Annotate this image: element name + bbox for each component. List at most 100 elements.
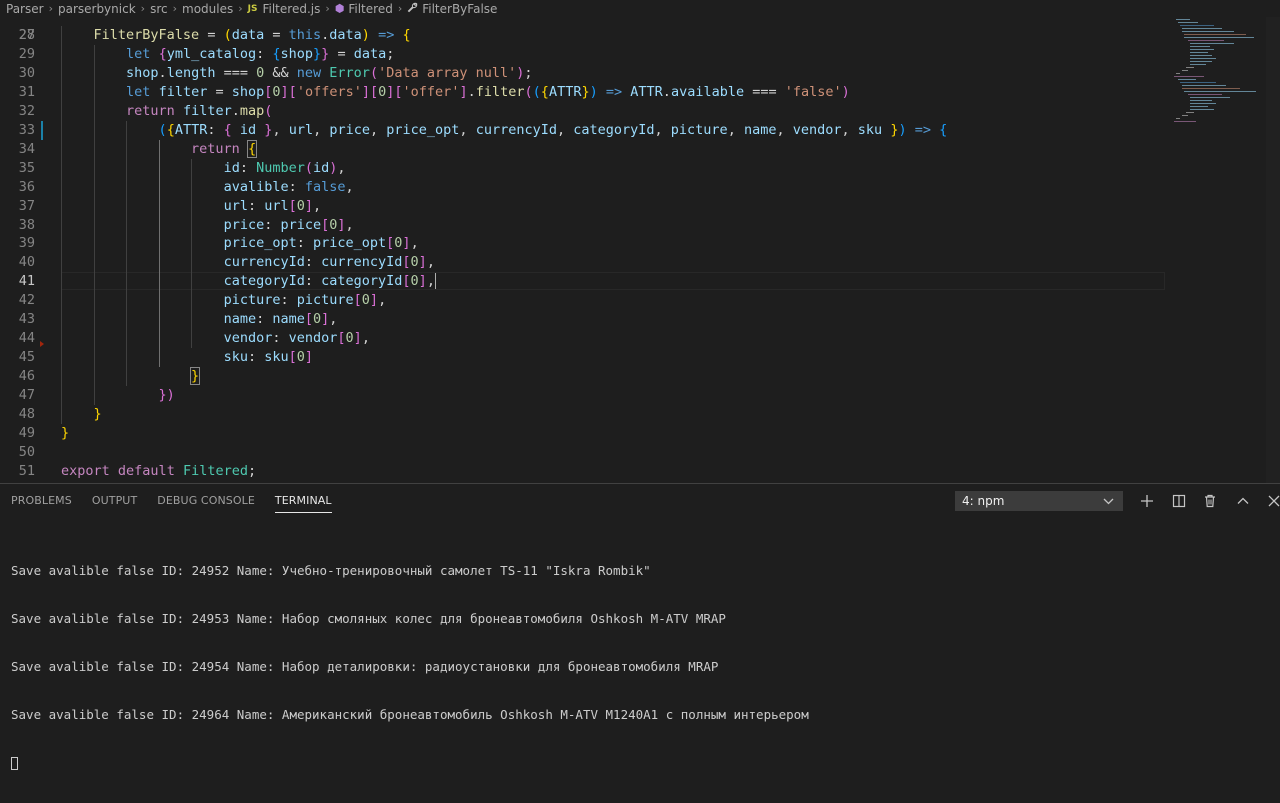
breadcrumb-item-file[interactable]: Filtered.js bbox=[262, 2, 320, 16]
code-text: price_opt: price_opt[0], bbox=[223, 235, 419, 252]
terminal-selector-value: 4: npm bbox=[962, 494, 1005, 508]
minimap-line bbox=[1176, 19, 1190, 20]
terminal-line: Save avalible false ID: 24964 Name: Амер… bbox=[11, 707, 809, 722]
breadcrumb-item-parserbynick[interactable]: parserbynick bbox=[58, 2, 136, 16]
line-number: 36 bbox=[18, 178, 35, 195]
code-text: } bbox=[190, 367, 201, 386]
line-number: 29 bbox=[18, 45, 35, 62]
minimap-line bbox=[1188, 40, 1224, 41]
minimap-line bbox=[1190, 106, 1208, 107]
terminal-line: Save avalible false ID: 24953 Name: Набо… bbox=[11, 611, 726, 626]
code-text: price: price[0], bbox=[223, 216, 354, 233]
code-text: } bbox=[93, 406, 102, 422]
line-number: 38 bbox=[18, 216, 35, 233]
chevron-down-icon bbox=[1103, 492, 1114, 516]
line-number: 45 bbox=[18, 349, 35, 366]
minimap-line bbox=[1180, 25, 1214, 26]
maximize-panel-icon[interactable] bbox=[1233, 491, 1253, 511]
code-text: currencyId: currencyId[0], bbox=[223, 254, 435, 271]
indent-guide bbox=[191, 158, 193, 349]
chevron-right-icon: › bbox=[397, 2, 403, 15]
code-text: } bbox=[61, 424, 70, 441]
line-number: 51 bbox=[18, 462, 35, 479]
minimap-line bbox=[1190, 64, 1206, 65]
trash-icon[interactable] bbox=[1200, 491, 1220, 511]
minimap-line bbox=[1190, 58, 1216, 59]
line-number: 50 bbox=[18, 443, 35, 460]
terminal-selector[interactable]: 4: npm bbox=[955, 491, 1123, 511]
split-terminal-icon[interactable] bbox=[1169, 491, 1189, 511]
code-text: name: name[0], bbox=[223, 311, 338, 328]
minimap-line bbox=[1182, 31, 1234, 32]
line-number: 43 bbox=[18, 311, 35, 328]
terminal-output[interactable]: Save avalible false ID: 24952 Name: Учеб… bbox=[11, 531, 809, 803]
minimap-line bbox=[1190, 61, 1212, 62]
line-number: 46 bbox=[18, 368, 35, 385]
minimap-line bbox=[1190, 109, 1214, 110]
tab-output[interactable]: OUTPUT bbox=[82, 484, 147, 518]
code-text: export default Filtered; bbox=[61, 462, 257, 479]
line-number: 42 bbox=[18, 292, 35, 309]
breadcrumb-item-class[interactable]: Filtered bbox=[348, 2, 392, 16]
terminal-line: Save avalible false ID: 24952 Name: Учеб… bbox=[11, 563, 651, 578]
minimap-line bbox=[1188, 94, 1222, 95]
chevron-right-icon: › bbox=[140, 2, 146, 15]
terminal-line: Save avalible false ID: 24954 Name: Набо… bbox=[11, 659, 719, 674]
chevron-right-icon: › bbox=[325, 2, 330, 15]
tab-terminal[interactable]: TERMINAL bbox=[265, 484, 342, 518]
code-text: }) bbox=[158, 387, 175, 404]
line-number: 33 bbox=[18, 121, 35, 138]
editor-scrollbar[interactable] bbox=[1266, 17, 1280, 483]
minimap-line bbox=[1190, 97, 1230, 98]
code-text: ({ATTR: { id }, url, price, price_opt, c… bbox=[158, 121, 948, 138]
new-terminal-icon[interactable] bbox=[1137, 491, 1157, 511]
breadcrumb-item-modules[interactable]: modules bbox=[182, 2, 233, 16]
minimap-line bbox=[1184, 34, 1246, 35]
tab-problems[interactable]: PROBLEMS bbox=[0, 484, 82, 518]
line-number: 40 bbox=[18, 254, 35, 271]
modified-line-marker bbox=[41, 120, 43, 140]
minimap-line bbox=[1176, 118, 1180, 119]
code-text: categoryId: categoryId[0], bbox=[223, 273, 436, 290]
line-number: 37 bbox=[18, 197, 35, 214]
chevron-right-icon: › bbox=[48, 2, 53, 15]
code-text: vendor: vendor[0], bbox=[223, 330, 370, 347]
chevron-right-icon: › bbox=[172, 2, 177, 15]
code-text: sku: sku[0] bbox=[223, 349, 314, 366]
close-panel-icon[interactable] bbox=[1264, 491, 1280, 511]
breadcrumb: Parser › parserbynick › src › modules › … bbox=[0, 0, 1280, 17]
indent-guide bbox=[158, 139, 160, 368]
indent-guide bbox=[126, 120, 128, 387]
code-text: id: Number(id), bbox=[223, 159, 346, 176]
line-number: 35 bbox=[18, 159, 35, 176]
minimap-line bbox=[1174, 121, 1196, 122]
minimap-line bbox=[1182, 88, 1240, 89]
terminal-cursor bbox=[11, 757, 18, 770]
tab-debug-console[interactable]: DEBUG CONSOLE bbox=[147, 484, 265, 518]
line-number: 30 bbox=[18, 64, 35, 81]
code-text: let filter = shop[0]['offers'][0]['offer… bbox=[126, 83, 850, 100]
minimap-line bbox=[1176, 73, 1180, 74]
minimap[interactable] bbox=[1170, 17, 1280, 483]
minimap-line bbox=[1178, 79, 1196, 80]
method-symbol-icon bbox=[407, 2, 418, 16]
breadcrumb-item-method[interactable]: FilterByFalse bbox=[422, 2, 497, 16]
breadcrumb-item-src[interactable]: src bbox=[150, 2, 168, 16]
minimap-line bbox=[1178, 22, 1198, 23]
line-number: 34 bbox=[18, 140, 35, 157]
minimap-line bbox=[1184, 37, 1254, 38]
line-number: 49 bbox=[18, 424, 35, 441]
line-number: 31 bbox=[18, 83, 35, 100]
line-number: 44 bbox=[18, 330, 35, 347]
minimap-line bbox=[1180, 82, 1216, 83]
minimap-line bbox=[1190, 55, 1212, 56]
breadcrumb-item-parser[interactable]: Parser bbox=[6, 2, 44, 16]
code-editor[interactable]: 27 28 FilterByFalse = (data = this.data)… bbox=[0, 17, 1280, 483]
class-symbol-icon: ⬢ bbox=[334, 2, 345, 15]
panel-tabs: PROBLEMS OUTPUT DEBUG CONSOLE TERMINAL bbox=[0, 484, 342, 518]
line-number: 47 bbox=[18, 387, 35, 404]
line-number: 39 bbox=[18, 235, 35, 252]
code-text: shop.length === 0 && new Error('Data arr… bbox=[126, 64, 533, 81]
minimap-line bbox=[1184, 91, 1256, 92]
indent-guide bbox=[61, 26, 62, 424]
